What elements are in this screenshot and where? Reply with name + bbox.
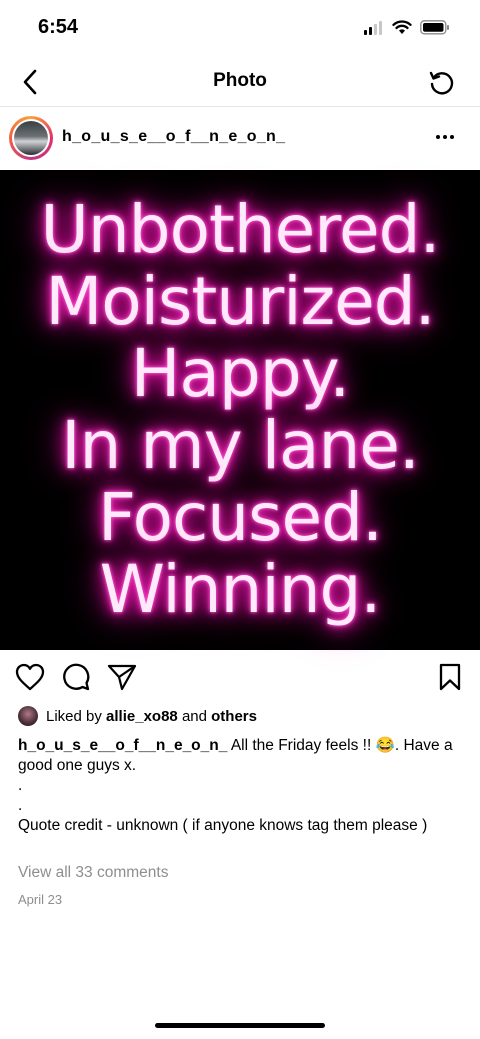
heart-icon: [15, 663, 45, 691]
post-actions: [0, 660, 480, 696]
battery-icon: [420, 20, 449, 35]
post-date: April 23: [18, 892, 63, 907]
more-dot-icon: [450, 135, 454, 139]
caption-credit: Quote credit - unknown ( if anyone knows…: [18, 817, 428, 834]
status-time: 6:54: [38, 16, 79, 38]
send-icon: [107, 664, 137, 691]
signal-icon: [364, 20, 382, 35]
post-username[interactable]: h_o_u_s_e__o_f__n_e_o_n_: [62, 128, 285, 146]
neon-text-line: Winning.: [99, 551, 382, 628]
more-dot-icon: [443, 135, 447, 139]
liked-by-and: and: [181, 707, 207, 725]
status-icons: [364, 20, 450, 35]
caption-username[interactable]: h_o_u_s_e__o_f__n_e_o_n_: [18, 737, 227, 754]
more-options-button[interactable]: [428, 122, 462, 152]
caption-dot: .: [18, 797, 23, 814]
nav-bar: Photo: [0, 58, 480, 107]
post-caption: h_o_u_s_e__o_f__n_e_o_n_ All the Friday …: [18, 736, 466, 836]
more-dot-icon: [436, 135, 440, 139]
neon-text-line: Happy.: [130, 335, 350, 412]
liked-by-others[interactable]: others: [211, 708, 257, 725]
neon-text-line: In my lane.: [61, 407, 420, 484]
wifi-icon: [392, 20, 412, 34]
avatar: [12, 119, 50, 157]
comment-button[interactable]: [59, 660, 93, 694]
page-title: Photo: [213, 70, 267, 91]
comment-icon: [63, 663, 90, 691]
likes-summary[interactable]: Liked by allie_xo88 and others: [18, 706, 257, 726]
status-bar: 6:54: [0, 0, 480, 58]
avatar-image: [14, 121, 48, 155]
neon-text-line: Moisturized.: [45, 263, 435, 340]
home-indicator: [155, 1023, 325, 1028]
liked-by-prefix: Liked by: [46, 707, 102, 725]
liker-avatar: [18, 706, 38, 726]
story-avatar[interactable]: [9, 116, 53, 160]
neon-text-line: Unbothered.: [40, 191, 441, 268]
refresh-icon: [429, 71, 454, 95]
caption-dot: .: [18, 777, 23, 794]
post-image[interactable]: Unbothered. Moisturized. Happy. In my la…: [0, 170, 480, 650]
bookmark-icon: [439, 663, 461, 691]
liked-by-user[interactable]: allie_xo88: [106, 708, 178, 725]
save-button[interactable]: [433, 660, 467, 694]
view-comments-link[interactable]: View all 33 comments: [18, 864, 168, 882]
like-button[interactable]: [13, 660, 47, 694]
neon-text-line: Focused.: [98, 479, 383, 556]
refresh-button[interactable]: [424, 66, 458, 100]
post-header: h_o_u_s_e__o_f__n_e_o_n_: [0, 108, 480, 170]
share-button[interactable]: [105, 660, 139, 694]
